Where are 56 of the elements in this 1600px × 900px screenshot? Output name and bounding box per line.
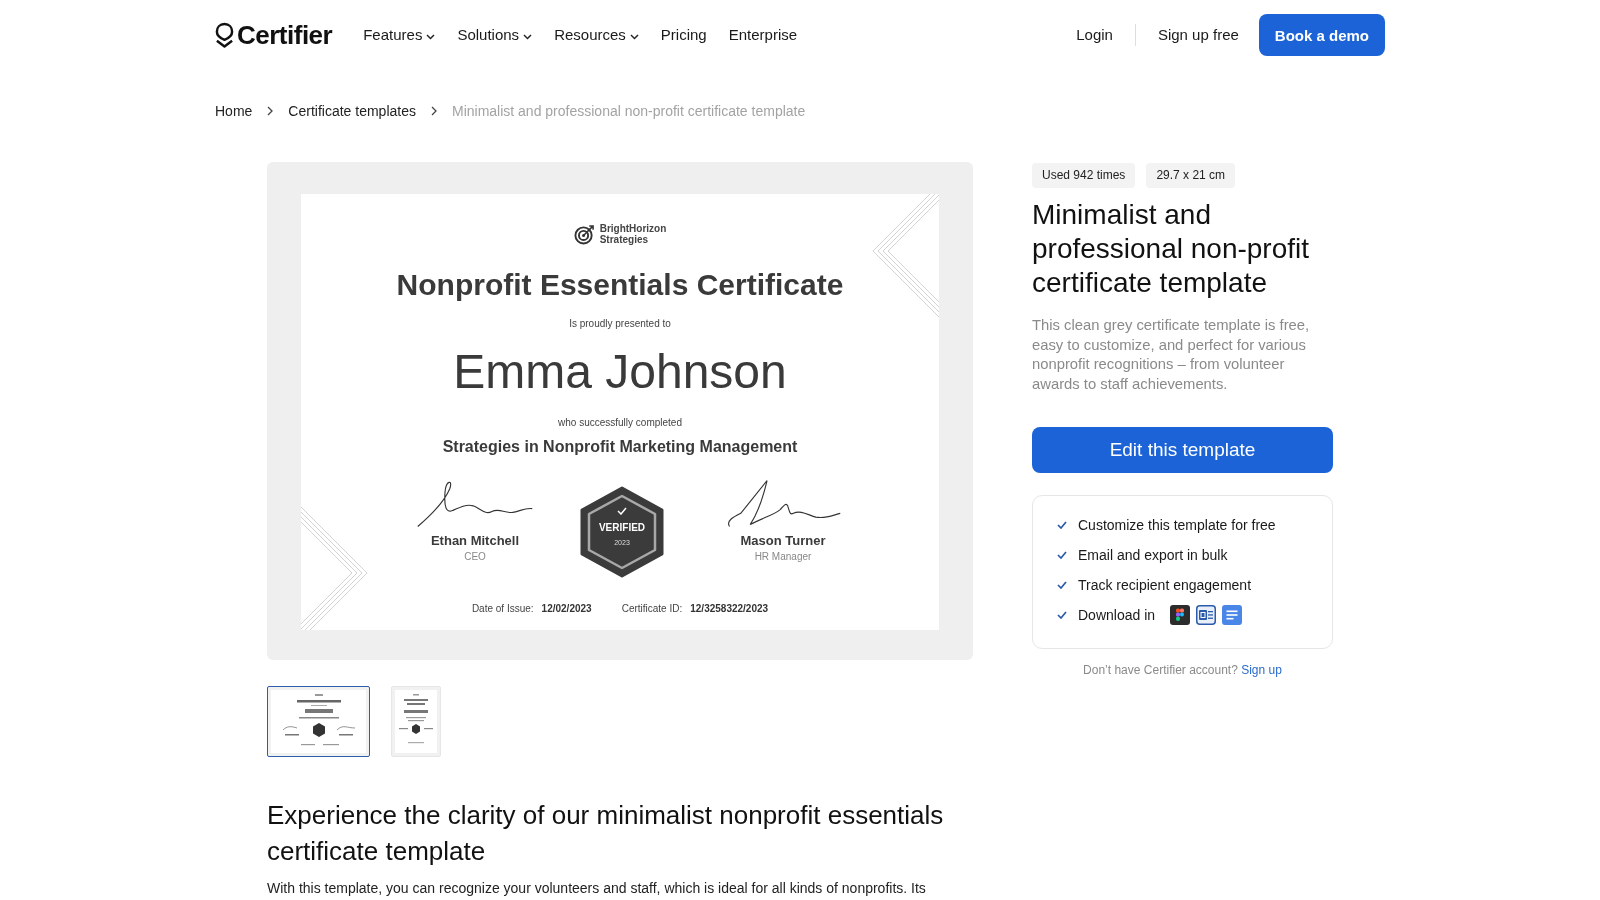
signatory-name: Mason Turner (740, 533, 826, 549)
feature-text: Track recipient engagement (1078, 575, 1252, 595)
current-page-label: Minimalist and professional non-profit certificate template (451, 102, 806, 120)
presented-text: Is proudly presented to (569, 318, 671, 330)
certificate-preview-drawing (395, 690, 437, 753)
account-prompt: Don’t have Certifier account? Sign up (1082, 661, 1283, 678)
breadcrumb-link[interactable]: Certificate templates (288, 102, 416, 120)
check-icon (1057, 580, 1067, 589)
detail-label: Date of Issue: (471, 602, 534, 616)
template-description: This clean grey certificate template is free, easy to customize, and perfect for various nonprofit recognitions – from volunteer awards to staff achievements. (1032, 316, 1311, 395)
nav-link[interactable]: Features (363, 25, 436, 45)
detail-value: 12/02/2023 (541, 602, 592, 616)
detail-label: Certificate ID: (621, 602, 683, 616)
sign-up-link[interactable]: Sign up (1241, 662, 1282, 677)
organization-name: BrightHorizon Strategies (599, 223, 667, 245)
caret-icon (426, 33, 436, 40)
section-paragraph: With this template, you can recognize your volunteers and staff, which is ideal for all kinds of nonprofits. Its (267, 879, 927, 897)
feature-text: Download in (1078, 605, 1156, 625)
nav-link[interactable]: Pricing (660, 25, 707, 45)
signatory-role: HR Manager (754, 551, 812, 563)
signatory-name: Ethan Mitchell (430, 533, 520, 549)
badge-label: VERIFIED (598, 522, 646, 534)
nav-link[interactable]: Enterprise (728, 25, 798, 45)
signatory-role: CEO (464, 551, 486, 563)
info-tag: Used 942 times (1032, 163, 1136, 188)
completed-text: who successfully completed (558, 417, 682, 429)
chevron-icon (430, 106, 437, 116)
target-icon (573, 223, 595, 245)
design-file-icon[interactable] (1170, 604, 1191, 625)
feature-text: Customize this template for free (1078, 515, 1276, 535)
home-logo-link[interactable]: Certifier (215, 20, 333, 50)
login-link[interactable]: Login (1076, 25, 1113, 45)
caret-icon (523, 33, 533, 40)
caret-icon (629, 33, 639, 40)
document-file-icon[interactable] (1196, 604, 1217, 625)
nav-link[interactable]: Resources (554, 25, 639, 45)
check-icon (617, 507, 627, 515)
section-heading: Experience the clarity of our minimalist nonprofit essentials certificate template (267, 799, 945, 868)
logo-icon (215, 21, 234, 49)
edit-template-button[interactable]: Edit this template (1032, 426, 1333, 473)
check-icon (1057, 610, 1067, 619)
book-demo-button[interactable]: Book a demo (1258, 14, 1385, 56)
detail-value: 12/3258322/2023 (690, 602, 769, 616)
info-tag: 29.7 x 21 cm (1146, 163, 1236, 188)
sign-up-link[interactable]: Sign up free (1157, 25, 1239, 45)
breadcrumb-link[interactable]: Home (215, 102, 253, 120)
recipient-name: Emma Johnson (453, 345, 787, 399)
check-icon (1057, 550, 1067, 559)
template-title: Minimalist and professional non-profit certificate template (1032, 198, 1311, 300)
nav-link[interactable]: Solutions (457, 25, 533, 45)
certificate-title: Nonprofit Essentials Certificate (396, 267, 844, 303)
check-icon (1057, 520, 1067, 529)
feature-text: Email and export in bulk (1078, 545, 1228, 565)
course-name: Strategies in Nonprofit Marketing Management (442, 437, 798, 457)
text-lines-file-icon[interactable] (1222, 604, 1243, 625)
chevron-icon (267, 106, 274, 116)
